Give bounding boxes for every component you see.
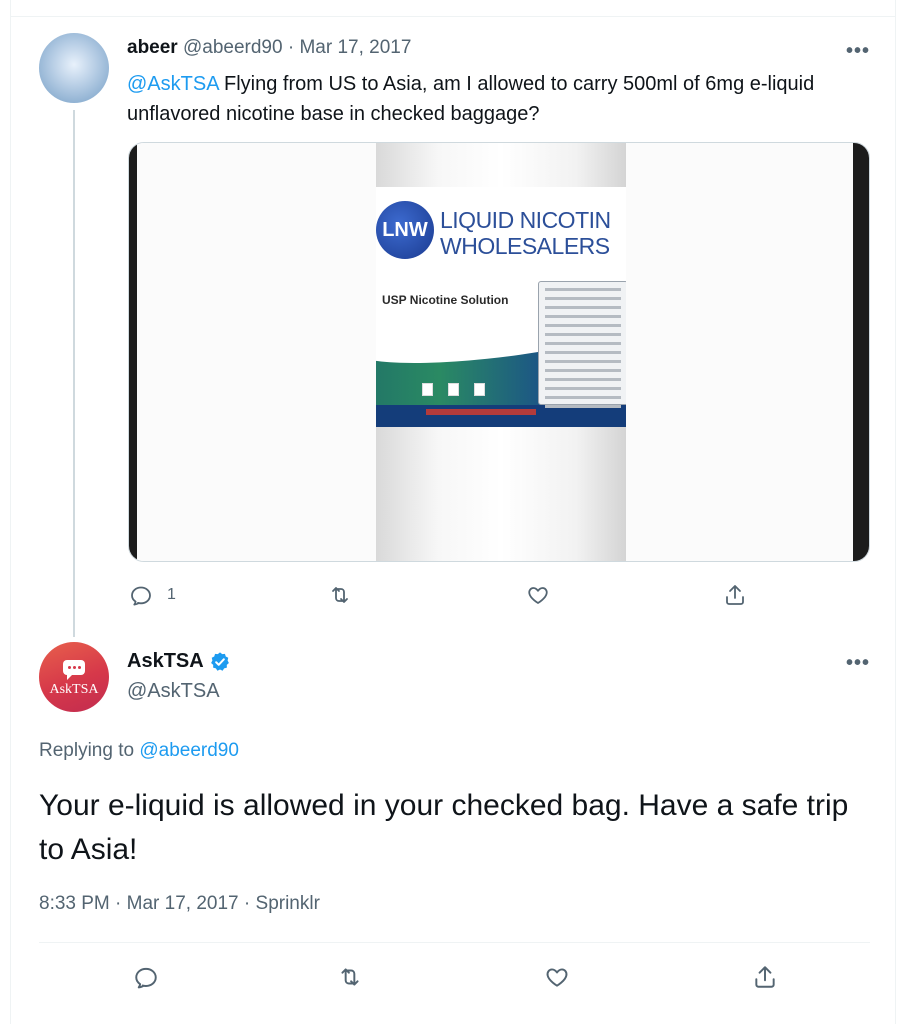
author-name-row: AskTSA [127, 650, 231, 673]
reply-icon [135, 967, 157, 989]
label-checkboxes [422, 383, 500, 401]
tweet-media-image[interactable]: LNW LIQUID NICOTIN WHOLESALERS USP Nicot… [128, 142, 870, 562]
brand-line-2: WHOLESALERS [440, 233, 610, 259]
bottle-label: LNW LIQUID NICOTIN WHOLESALERS USP Nicot… [376, 187, 626, 427]
image-edge-left [129, 143, 137, 561]
label-warning-strip [426, 409, 536, 415]
more-options-icon[interactable]: ••• [846, 40, 870, 63]
avatar-abeer[interactable] [39, 33, 109, 103]
share-button[interactable] [723, 583, 747, 607]
retweet-icon [332, 587, 348, 603]
tweet-text: Your e-liquid is allowed in your checked… [39, 789, 849, 866]
heart-icon [546, 968, 568, 987]
reply-count: 1 [167, 586, 176, 603]
tweet-meta: 8:33 PM · Mar 17, 2017 · Sprinklr [39, 893, 320, 915]
label-info-box [538, 281, 626, 408]
share-icon [726, 585, 744, 605]
more-options-icon[interactable]: ••• [846, 652, 870, 675]
top-divider [10, 16, 896, 17]
reply-button[interactable] [133, 964, 159, 990]
retweet-button[interactable] [337, 964, 363, 990]
product-name: USP Nicotine Solution [382, 293, 509, 307]
replying-to: Replying to @abeerd90 [39, 740, 239, 762]
reply-icon [131, 586, 151, 606]
tweet-date[interactable]: Mar 17, 2017 [299, 37, 411, 58]
author-handle[interactable]: @abeerd90 [183, 37, 283, 58]
reply-button[interactable]: 1 [129, 583, 176, 607]
image-edge-right [853, 143, 869, 561]
share-button[interactable] [752, 964, 778, 990]
thread-connector-line [73, 110, 75, 637]
replying-prefix: Replying to [39, 740, 140, 761]
mention-link[interactable]: @AskTSA [127, 73, 218, 95]
brand-name: LIQUID NICOTIN WHOLESALERS [440, 207, 611, 259]
tweet-text: @AskTSA Flying from US to Asia, am I all… [127, 69, 847, 129]
author-name[interactable]: AskTSA [127, 650, 204, 673]
chat-bubble-icon [63, 660, 85, 680]
avatar-text: AskTSA [49, 682, 99, 697]
avatar-asktsa[interactable]: AskTSA [39, 642, 109, 712]
retweet-icon [341, 968, 359, 986]
tweet-date[interactable]: Mar 17, 2017 [127, 893, 239, 914]
retweet-button[interactable] [328, 583, 352, 607]
separator-dot: · [243, 893, 251, 914]
tweet-source[interactable]: Sprinklr [256, 893, 320, 914]
share-icon [755, 966, 775, 988]
author-name[interactable]: abeer [127, 37, 178, 58]
author-handle[interactable]: @AskTSA [127, 680, 220, 703]
tweet-time[interactable]: 8:33 PM [39, 893, 110, 914]
verified-badge-icon [210, 651, 229, 671]
actions-divider [39, 942, 870, 943]
tweet-header: abeer @abeerd90 · Mar 17, 2017 [127, 37, 411, 59]
tweet-body: Flying from US to Asia, am I allowed to … [127, 73, 815, 125]
replying-handle-link[interactable]: @abeerd90 [139, 740, 239, 761]
heart-icon [528, 587, 548, 604]
like-button[interactable] [526, 583, 550, 607]
lnw-logo: LNW [376, 201, 434, 259]
brand-line-1: LIQUID NICOTIN [440, 207, 611, 233]
separator-dot: · [287, 37, 295, 58]
separator-dot: · [115, 893, 122, 914]
like-button[interactable] [544, 964, 570, 990]
